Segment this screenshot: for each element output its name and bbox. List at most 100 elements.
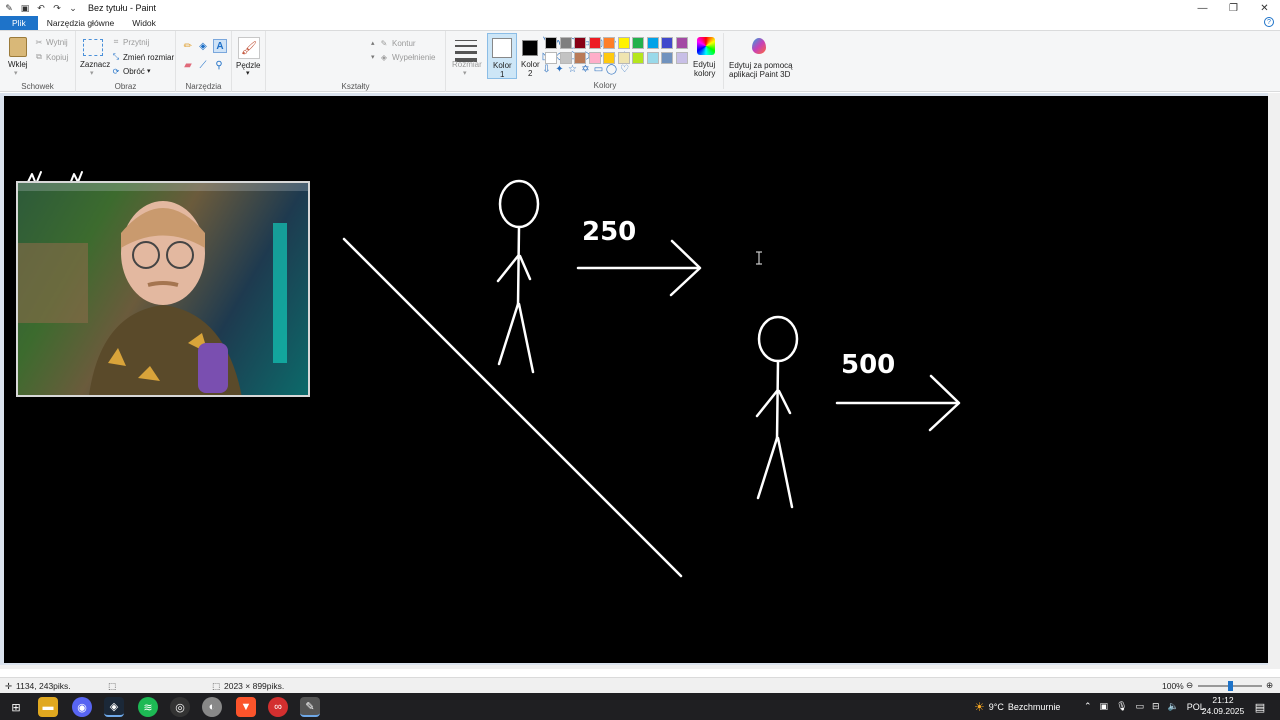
fill-button[interactable]: Wypełnienie bbox=[392, 53, 436, 62]
paint3d-button[interactable]: Edytuj za pomocą aplikacji Paint 3D bbox=[723, 33, 795, 89]
rotate-button[interactable]: Obróć bbox=[123, 67, 145, 76]
paint-taskbar-icon[interactable]: ✎ bbox=[300, 697, 320, 717]
restore-icon[interactable]: ❐ bbox=[1218, 0, 1249, 16]
palette-swatch[interactable] bbox=[559, 37, 572, 49]
brush-icon[interactable]: 🖌 bbox=[238, 37, 260, 59]
brushes-dropdown-icon[interactable]: ▾ bbox=[246, 69, 250, 77]
color2-button[interactable]: Kolor 2 bbox=[519, 33, 543, 79]
discord-icon[interactable]: ◉ bbox=[72, 697, 92, 717]
tray-chevron-icon[interactable]: ⌃ bbox=[1084, 701, 1092, 712]
shapes-group: ╲∿◯▭▢⬠△ ◺◇⬠⬡⇨⇦⇧ ⇩✦☆✡▭◯♡ ▴ ▾ ✎ Kontur ◈ W… bbox=[266, 31, 629, 92]
horizontal-scrollbar[interactable] bbox=[0, 665, 1268, 669]
shapes-scroll-icon[interactable]: ▴ bbox=[371, 39, 375, 47]
palette-swatch[interactable] bbox=[574, 37, 586, 49]
webcam-overlay bbox=[16, 181, 310, 397]
shapes-scroll-down-icon[interactable]: ▾ bbox=[371, 53, 375, 61]
outline-button[interactable]: Kontur bbox=[392, 39, 416, 48]
edit-colors-button[interactable]: Edytuj kolory bbox=[691, 33, 721, 79]
image-group-label: Obraz bbox=[114, 82, 137, 91]
palette-swatch[interactable] bbox=[603, 51, 615, 64]
network-icon[interactable]: ⊟ bbox=[1152, 701, 1160, 712]
color1-button[interactable]: Kolor 1 bbox=[487, 33, 517, 79]
vertical-scrollbar[interactable] bbox=[1268, 93, 1280, 669]
select-dropdown-icon[interactable]: ▾ bbox=[90, 69, 94, 77]
undo-icon[interactable]: ↶ bbox=[36, 3, 46, 13]
paint3d-icon bbox=[752, 38, 766, 54]
palette-swatch[interactable] bbox=[675, 37, 688, 49]
brave-browser-icon[interactable]: ▼ bbox=[236, 697, 256, 717]
palette-swatch[interactable] bbox=[617, 37, 630, 49]
eraser-icon[interactable]: ▰ bbox=[182, 59, 194, 71]
palette-swatch[interactable] bbox=[675, 51, 688, 64]
crop-button[interactable]: Przytnij bbox=[123, 38, 149, 47]
system-tray: ⌃ ▣ 🎙 ▭ ⊟ 🔈 POL bbox=[1084, 693, 1205, 720]
start-menu-icon[interactable]: ⊞ bbox=[6, 697, 26, 717]
customize-toolbar-icon[interactable]: ⌄ bbox=[68, 3, 78, 13]
palette-swatch[interactable] bbox=[559, 51, 572, 64]
color-picker-icon[interactable]: ⟋ bbox=[197, 59, 209, 71]
palette-swatch[interactable] bbox=[617, 51, 630, 64]
palette-swatch[interactable] bbox=[661, 37, 673, 49]
palette-swatch[interactable] bbox=[661, 51, 673, 64]
steam-icon[interactable]: ◈ bbox=[104, 697, 124, 717]
zoom-slider-thumb[interactable] bbox=[1228, 681, 1233, 691]
copy-button[interactable]: Kopiuj bbox=[46, 53, 68, 62]
palette-swatch[interactable] bbox=[588, 51, 601, 64]
quick-access-toolbar: ✎ ▣ ↶ ↷ ⌄ bbox=[0, 0, 78, 16]
palette-swatch[interactable] bbox=[603, 37, 615, 49]
file-explorer-icon[interactable]: ▬ bbox=[38, 697, 58, 717]
magnifier-icon[interactable]: ⚲ bbox=[213, 59, 225, 71]
zoom-in-icon[interactable]: ⊕ bbox=[1266, 680, 1273, 691]
palette-swatch[interactable] bbox=[574, 51, 586, 64]
recording-app-icon[interactable]: ∞ bbox=[268, 697, 288, 717]
tray-app-icon[interactable]: ▣ bbox=[1100, 701, 1109, 712]
select-button-label[interactable]: Zaznacz bbox=[80, 60, 110, 69]
weather-widget[interactable]: ☀ 9°C Bezchmurnie bbox=[974, 693, 1060, 720]
microphone-icon[interactable]: 🎙 bbox=[1116, 701, 1127, 712]
palette-swatch[interactable] bbox=[545, 37, 557, 49]
fill-bucket-icon[interactable]: ◈ bbox=[197, 40, 209, 52]
shapes-group-label: Kształty bbox=[341, 82, 370, 91]
pencil-icon[interactable]: ✏ bbox=[182, 40, 194, 52]
drawing-canvas[interactable]: 250 500 bbox=[4, 96, 1268, 663]
volume-icon[interactable]: 🔈 bbox=[1168, 701, 1179, 712]
text-tool-icon[interactable]: A bbox=[213, 39, 227, 53]
select-icon[interactable] bbox=[83, 39, 103, 56]
text-cursor-icon bbox=[756, 251, 762, 265]
tray-monitor-icon[interactable]: ▭ bbox=[1136, 701, 1145, 712]
rotate-dropdown-icon[interactable]: ▾ bbox=[147, 67, 151, 75]
paste-icon[interactable] bbox=[9, 37, 27, 57]
tab-file[interactable]: Plik bbox=[0, 16, 38, 30]
weather-temp: 9°C bbox=[988, 701, 1004, 712]
palette-swatch[interactable] bbox=[646, 51, 659, 64]
save-icon[interactable]: ▣ bbox=[20, 3, 30, 13]
tab-home[interactable]: Narzędzia główne bbox=[38, 16, 124, 30]
palette-swatch[interactable] bbox=[632, 51, 644, 64]
minimize-icon[interactable]: — bbox=[1187, 0, 1218, 16]
paste-button-label[interactable]: Wklej bbox=[8, 60, 28, 69]
paste-dropdown-icon[interactable]: ▾ bbox=[14, 69, 18, 77]
palette-swatch[interactable] bbox=[545, 51, 557, 64]
clock-date: 24.09.2025 bbox=[1201, 706, 1245, 716]
palette-swatch[interactable] bbox=[588, 37, 601, 49]
spotify-icon[interactable]: ≋ bbox=[138, 697, 158, 717]
label-500: 500 bbox=[841, 350, 895, 380]
palette-swatch[interactable] bbox=[632, 37, 644, 49]
figure1-head bbox=[498, 179, 540, 229]
tab-view[interactable]: Widok bbox=[123, 16, 165, 30]
app-icon[interactable]: ◐ bbox=[202, 697, 222, 717]
obs-icon[interactable]: ◎ bbox=[170, 697, 190, 717]
tools-group: ✏ ◈ A ▰ ⟋ ⚲ Narzędzia bbox=[176, 31, 232, 92]
image-size: 2023 × 899piks. bbox=[224, 681, 285, 691]
clock[interactable]: 21:12 24.09.2025 bbox=[1200, 695, 1246, 717]
size-button-label[interactable]: Rozmiar bbox=[452, 60, 482, 69]
size-dropdown-icon[interactable]: ▾ bbox=[463, 69, 467, 77]
palette-swatch[interactable] bbox=[646, 37, 659, 49]
redo-icon[interactable]: ↷ bbox=[52, 3, 62, 13]
help-icon[interactable]: ? bbox=[1264, 17, 1274, 27]
notifications-icon[interactable]: ▤ bbox=[1252, 697, 1268, 717]
close-icon[interactable]: ✕ bbox=[1249, 0, 1280, 16]
resize-button[interactable]: Zmień rozmiar bbox=[123, 53, 174, 62]
zoom-out-icon[interactable]: ⊖ bbox=[1186, 680, 1193, 691]
cut-button[interactable]: Wytnij bbox=[46, 38, 68, 47]
